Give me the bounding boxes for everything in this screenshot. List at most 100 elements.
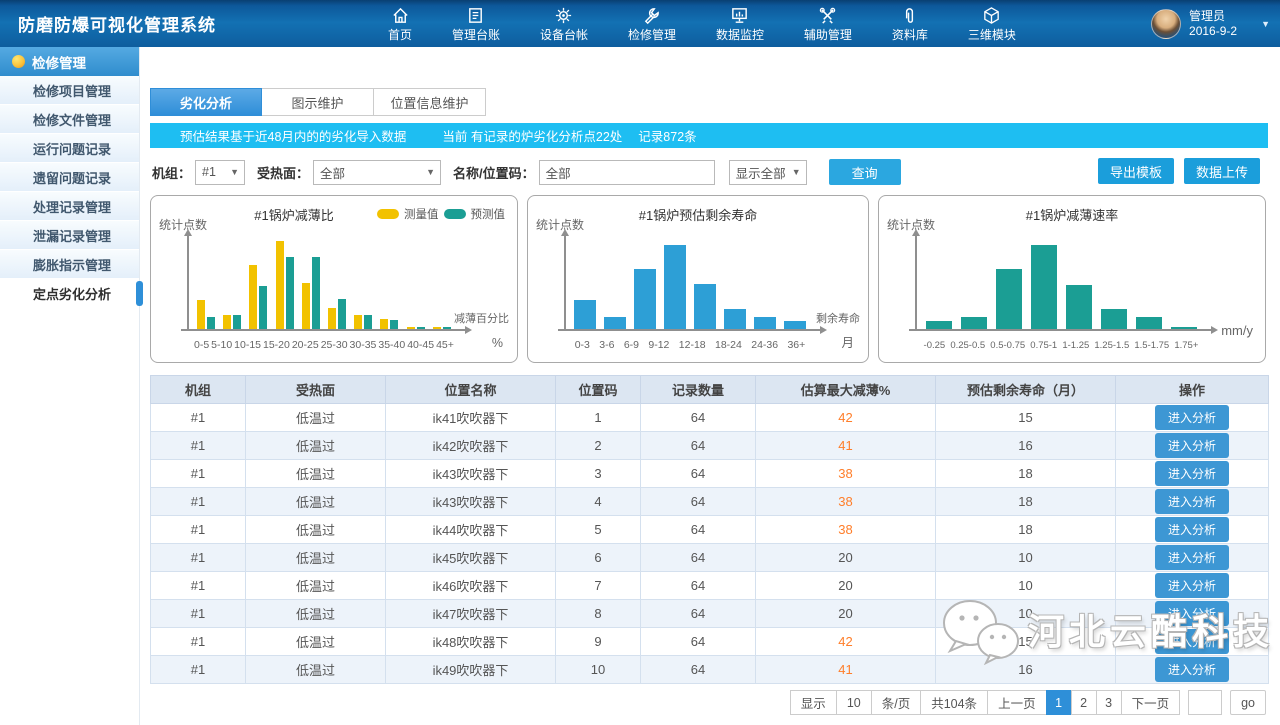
monitor-icon bbox=[730, 6, 749, 25]
unit-select[interactable]: #1▼ bbox=[195, 160, 245, 185]
column-header-预估剩余寿命（月）: 预估剩余寿命（月） bbox=[936, 376, 1116, 404]
home-icon bbox=[391, 6, 410, 25]
bar bbox=[328, 308, 336, 329]
y-axis bbox=[915, 232, 917, 331]
enter-analysis-button[interactable]: 进入分析 bbox=[1155, 629, 1229, 654]
nav-item-检修管理[interactable]: 检修管理 bbox=[628, 4, 676, 43]
bar-group-5-10 bbox=[223, 315, 241, 329]
bar-group--0.25 bbox=[926, 321, 952, 329]
enter-analysis-button[interactable]: 进入分析 bbox=[1155, 545, 1229, 570]
x-axis-label-unit: 月 bbox=[841, 337, 854, 350]
nav-item-数据监控[interactable]: 数据监控 bbox=[716, 4, 764, 43]
x-tick-labels: 0-33-66-99-1212-1818-2424-3636+ bbox=[570, 339, 810, 351]
table-row: #1低温过ik48吹吹器下9644215进入分析 bbox=[151, 628, 1269, 656]
page-jump-input[interactable] bbox=[1188, 690, 1222, 715]
cell-life: 18 bbox=[936, 460, 1116, 488]
bar bbox=[276, 241, 284, 329]
nav-item-管理台账[interactable]: 管理台账 bbox=[452, 4, 500, 43]
data-upload-button[interactable]: 数据上传 bbox=[1184, 158, 1260, 184]
nav-item-三维模块[interactable]: 三维模块 bbox=[968, 4, 1016, 43]
tab-位置信息维护[interactable]: 位置信息维护 bbox=[374, 88, 486, 116]
export-template-button[interactable]: 导出模板 bbox=[1098, 158, 1174, 184]
prev-page-button[interactable]: 上一页 bbox=[987, 690, 1047, 715]
bar-group-25-30 bbox=[328, 299, 346, 329]
nav-item-辅助管理[interactable]: 辅助管理 bbox=[804, 4, 852, 43]
bar bbox=[634, 269, 656, 329]
bar bbox=[433, 327, 441, 329]
cell-records: 64 bbox=[641, 460, 756, 488]
cell-records: 64 bbox=[641, 488, 756, 516]
banner-text-3: 记录872条 bbox=[638, 126, 696, 145]
bar bbox=[574, 300, 596, 329]
paperclip-icon bbox=[900, 6, 919, 25]
sidebar-item-定点劣化分析[interactable]: 定点劣化分析 bbox=[0, 279, 139, 308]
enter-analysis-button[interactable]: 进入分析 bbox=[1155, 573, 1229, 598]
bar bbox=[354, 315, 362, 329]
bar-group-0.5-0.75 bbox=[996, 269, 1022, 329]
name-code-label: 名称/位置码： bbox=[453, 163, 535, 182]
sidebar-item-检修项目管理[interactable]: 检修项目管理 bbox=[0, 76, 139, 105]
cell-life: 15 bbox=[936, 628, 1116, 656]
x-axis-label-unit: mm/y bbox=[1221, 324, 1253, 337]
ledger-icon bbox=[466, 6, 485, 25]
bar bbox=[407, 327, 415, 329]
cell-name: ik47吹吹器下 bbox=[386, 600, 556, 628]
sidebar-item-泄漏记录管理[interactable]: 泄漏记录管理 bbox=[0, 221, 139, 250]
table-row: #1低温过ik49吹吹器下10644116进入分析 bbox=[151, 656, 1269, 684]
chart-bars bbox=[193, 241, 455, 329]
page-size-value[interactable]: 10 bbox=[836, 690, 872, 715]
bar-group-18-24 bbox=[724, 309, 746, 329]
tab-劣化分析[interactable]: 劣化分析 bbox=[150, 88, 262, 116]
enter-analysis-button[interactable]: 进入分析 bbox=[1155, 601, 1229, 626]
bar-group-24-36 bbox=[754, 317, 776, 329]
bar-group-35-40 bbox=[380, 319, 398, 329]
next-page-button[interactable]: 下一页 bbox=[1121, 690, 1181, 715]
user-chip[interactable]: 管理员 2016-9-2 ▼ bbox=[1151, 0, 1270, 47]
chevron-down-icon: ▼ bbox=[792, 167, 801, 177]
bar-group-10-15 bbox=[249, 265, 267, 329]
enter-analysis-button[interactable]: 进入分析 bbox=[1155, 657, 1229, 682]
page-go-button[interactable]: go bbox=[1230, 690, 1266, 715]
nav-item-设备台帐[interactable]: 设备台帐 bbox=[540, 4, 588, 43]
tab-图示维护[interactable]: 图示维护 bbox=[262, 88, 374, 116]
display-select[interactable]: 显示全部▼ bbox=[729, 160, 807, 185]
chevron-down-icon[interactable]: ▼ bbox=[1261, 19, 1270, 29]
page-number-1[interactable]: 1 bbox=[1046, 690, 1072, 715]
enter-analysis-button[interactable]: 进入分析 bbox=[1155, 489, 1229, 514]
cell-unit: #1 bbox=[151, 404, 246, 432]
name-code-input[interactable] bbox=[539, 160, 715, 185]
bar bbox=[443, 327, 451, 329]
tools-icon bbox=[818, 6, 837, 25]
page-number-2[interactable]: 2 bbox=[1071, 690, 1097, 715]
enter-analysis-button[interactable]: 进入分析 bbox=[1155, 405, 1229, 430]
cell-thinning: 42 bbox=[756, 628, 936, 656]
enter-analysis-button[interactable]: 进入分析 bbox=[1155, 433, 1229, 458]
nav-item-首页[interactable]: 首页 bbox=[388, 4, 412, 43]
sidebar-item-处理记录管理[interactable]: 处理记录管理 bbox=[0, 192, 139, 221]
x-axis bbox=[181, 329, 469, 331]
cell-thinning: 20 bbox=[756, 544, 936, 572]
sidebar-item-膨胀指示管理[interactable]: 膨胀指示管理 bbox=[0, 250, 139, 279]
cell-name: ik45吹吹器下 bbox=[386, 544, 556, 572]
sidebar-item-遗留问题记录[interactable]: 遗留问题记录 bbox=[0, 163, 139, 192]
page-per-label: 条/页 bbox=[871, 690, 921, 715]
surface-select[interactable]: 全部▼ bbox=[313, 160, 441, 185]
cell-unit: #1 bbox=[151, 488, 246, 516]
enter-analysis-button[interactable]: 进入分析 bbox=[1155, 517, 1229, 542]
enter-analysis-button[interactable]: 进入分析 bbox=[1155, 461, 1229, 486]
main-content: 劣化分析图示维护位置信息维护 预估结果基于近48月内的的劣化导入数据 当前 有记… bbox=[140, 47, 1280, 725]
pagination: 显示10条/页共104条上一页123下一页go bbox=[150, 690, 1268, 715]
bar-group-1.5-1.75 bbox=[1136, 317, 1162, 329]
cell-code: 6 bbox=[556, 544, 641, 572]
sidebar-header: 检修管理 bbox=[0, 47, 139, 76]
legend-label: 预测值 bbox=[471, 206, 506, 222]
info-banner: 预估结果基于近48月内的的劣化导入数据 当前 有记录的炉劣化分析点22处 记录8… bbox=[150, 123, 1268, 148]
sidebar-item-运行问题记录[interactable]: 运行问题记录 bbox=[0, 134, 139, 163]
cell-life: 15 bbox=[936, 404, 1116, 432]
page-number-3[interactable]: 3 bbox=[1096, 690, 1122, 715]
nav-item-资料库[interactable]: 资料库 bbox=[892, 4, 928, 43]
column-header-位置码: 位置码 bbox=[556, 376, 641, 404]
page-show-label: 显示 bbox=[790, 690, 837, 715]
sidebar-item-检修文件管理[interactable]: 检修文件管理 bbox=[0, 105, 139, 134]
query-button[interactable]: 查询 bbox=[829, 159, 901, 185]
